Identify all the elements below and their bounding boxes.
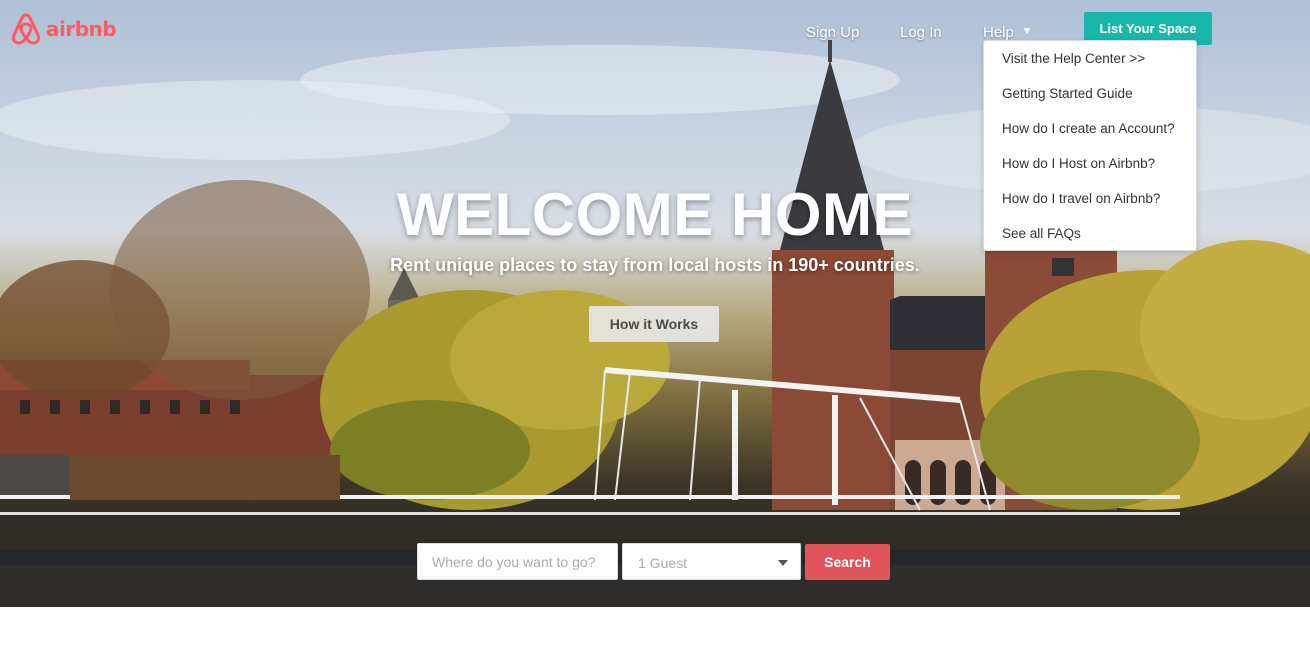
search-button[interactable]: Search [805, 544, 890, 580]
guests-select[interactable]: 1 Guest [622, 543, 801, 580]
help-menu-item-getting-started[interactable]: Getting Started Guide [1002, 86, 1133, 101]
airbnb-belo-icon [10, 12, 42, 51]
how-it-works-button[interactable]: How it Works [589, 306, 719, 342]
help-menu-item-create-account[interactable]: How do I create an Account? [1002, 121, 1175, 136]
brand-name: airbnb [46, 16, 117, 41]
hero-subtitle: Rent unique places to stay from local ho… [390, 255, 920, 275]
help-link[interactable]: Help [983, 24, 1014, 41]
chevron-down-icon[interactable]: ▼ [1022, 26, 1032, 37]
help-menu-item-host[interactable]: How do I Host on Airbnb? [1002, 156, 1155, 171]
guests-select-value: 1 Guest [638, 555, 688, 571]
help-menu-item-help-center[interactable]: Visit the Help Center >> [1002, 51, 1145, 66]
log-in-link[interactable]: Log In [900, 24, 942, 41]
caret-down-icon [778, 560, 788, 566]
page-below-hero [0, 607, 1310, 664]
brand-logo[interactable]: airbnb [10, 12, 117, 51]
hero-title: WELCOME HOME [397, 181, 913, 248]
sign-up-link[interactable]: Sign Up [806, 24, 859, 41]
location-search-input[interactable] [417, 543, 618, 580]
